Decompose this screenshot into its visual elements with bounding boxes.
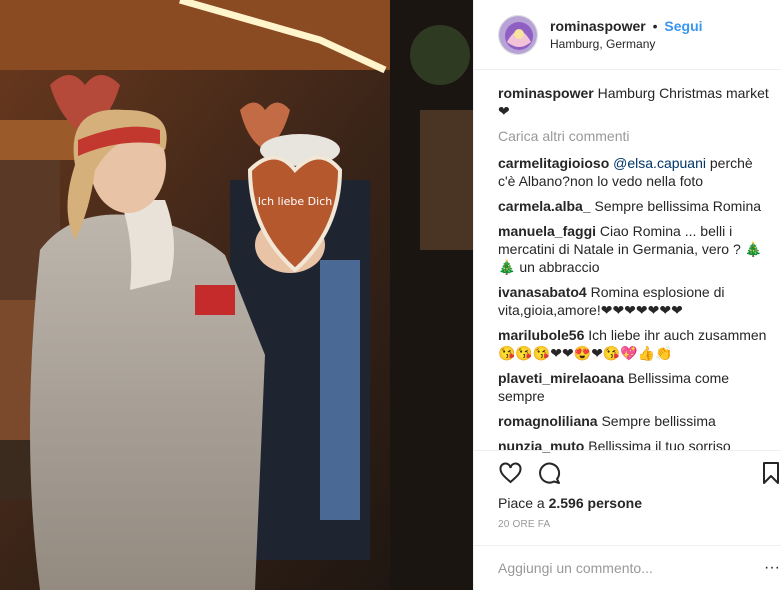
comment-input[interactable] (498, 560, 738, 576)
load-more-comments-button[interactable]: Carica altri commenti (498, 127, 774, 145)
caption: rominaspower Hamburg Christmas market ❤ (498, 84, 774, 120)
comment-author[interactable]: carmelitagioioso (498, 155, 609, 171)
header-text: rominaspower • Segui Hamburg, Germany (550, 17, 703, 53)
comment-text: Sempre bellissima (601, 413, 716, 429)
avatar-image (499, 15, 537, 54)
comment-item: plaveti_mirelaoana Bellissima come sempr… (498, 369, 774, 405)
comment-item: carmela.alba_ Sempre bellissima Romina (498, 197, 774, 215)
likes-number[interactable]: 2.596 persone (549, 495, 642, 511)
comment-item: carmelitagioioso @elsa.capuani perchè c'… (498, 154, 774, 190)
comment-author[interactable]: romagnoliliana (498, 413, 598, 429)
post-actions: Piace a 2.596 persone 20 ORE FA (474, 450, 781, 530)
comment-item: romagnoliliana Sempre bellissima (498, 412, 774, 430)
add-comment-bar: ··· (474, 545, 781, 590)
bookmark-icon[interactable] (762, 461, 780, 490)
comment-item: manuela_faggi Ciao Romina ... belli i me… (498, 222, 774, 276)
speech-bubble-icon[interactable] (537, 461, 561, 490)
comments-list: rominaspower Hamburg Christmas market ❤ … (498, 84, 774, 462)
comment-author[interactable]: manuela_faggi (498, 223, 596, 239)
likes-label: Piace a (498, 495, 545, 511)
cookie-text: Ich liebe Dich (258, 195, 332, 208)
caption-author[interactable]: rominaspower (498, 85, 594, 101)
likes-count[interactable]: Piace a 2.596 persone (498, 495, 642, 511)
avatar[interactable] (498, 14, 538, 55)
comment-author[interactable]: plaveti_mirelaoana (498, 370, 624, 386)
post-timestamp[interactable]: 20 ORE FA (498, 519, 550, 530)
separator-dot: • (652, 17, 658, 34)
post-header: rominaspower • Segui Hamburg, Germany (474, 0, 781, 70)
follow-button[interactable]: Segui (664, 18, 702, 34)
author-username[interactable]: rominaspower (550, 18, 646, 34)
more-options-icon[interactable]: ··· (764, 559, 780, 577)
comment-mention[interactable]: @elsa.capuani (613, 155, 706, 171)
post-details-panel: rominaspower • Segui Hamburg, Germany ro… (473, 0, 781, 590)
heart-icon[interactable] (498, 461, 523, 490)
comment-text: Sempre bellissima Romina (594, 198, 762, 214)
post-photo[interactable]: Ich liebe Dich (0, 0, 473, 590)
comment-author[interactable]: carmela.alba_ (498, 198, 591, 214)
location-link[interactable]: Hamburg, Germany (550, 35, 703, 53)
comment-author[interactable]: marilubole56 (498, 327, 584, 343)
comment-item: marilubole56 Ich liebe ihr auch zusammen… (498, 326, 774, 362)
christmas-market-image: Ich liebe Dich (0, 0, 473, 590)
comment-item: ivanasabato4 Romina esplosione di vita,g… (498, 283, 774, 319)
comment-author[interactable]: ivanasabato4 (498, 284, 587, 300)
